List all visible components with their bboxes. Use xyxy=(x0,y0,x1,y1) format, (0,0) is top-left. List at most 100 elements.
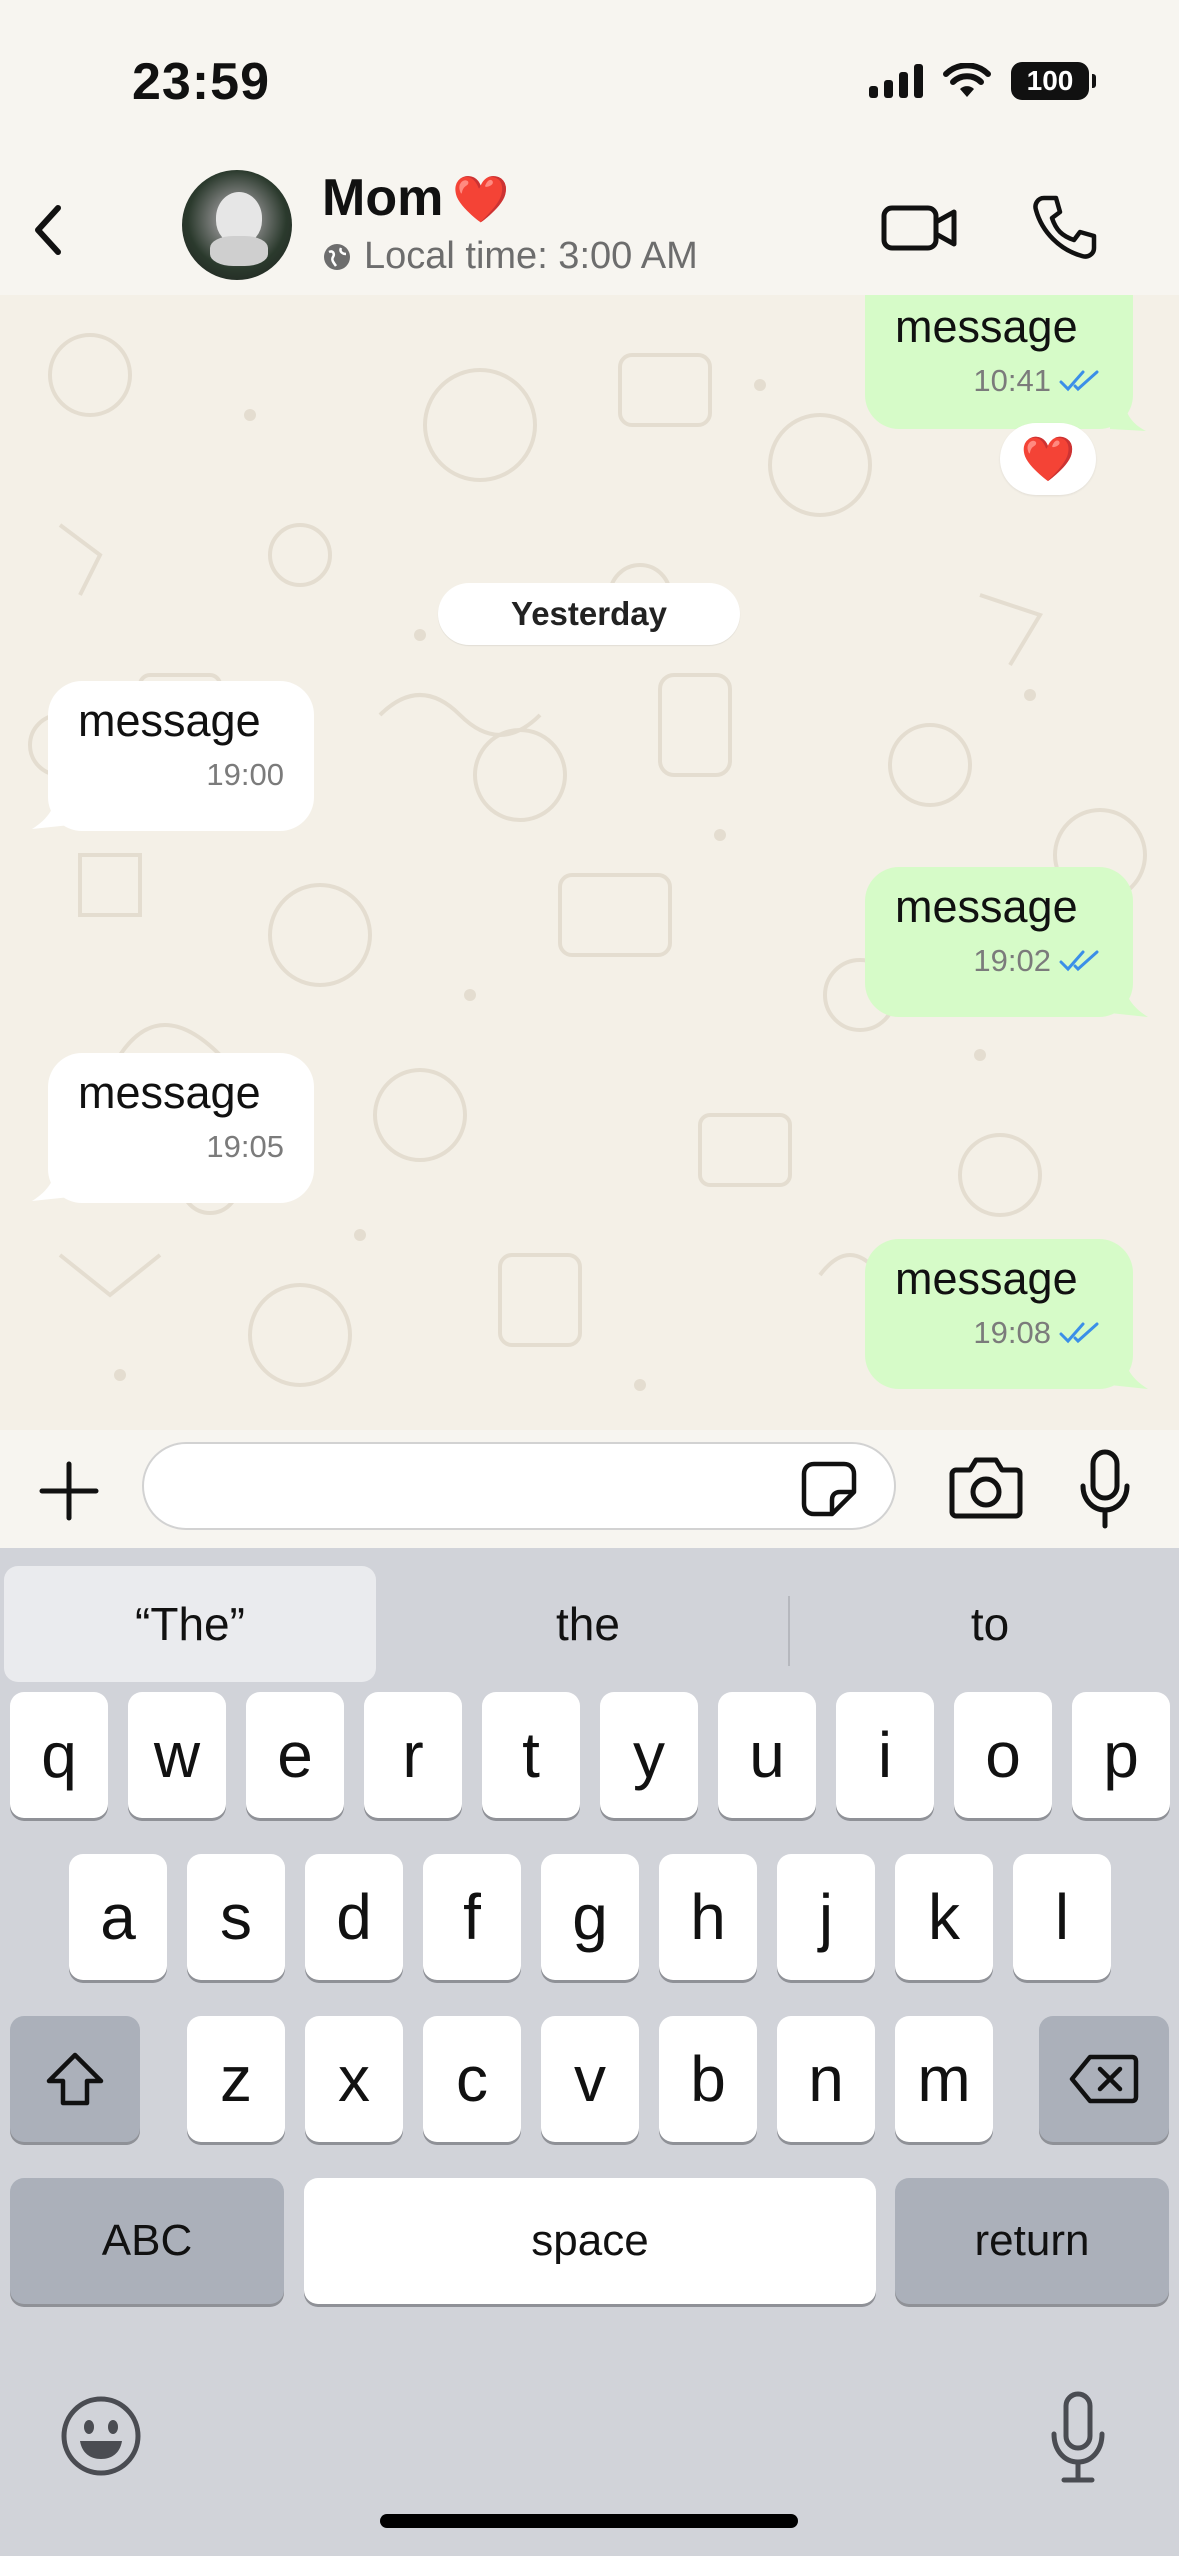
status-icons: 100 xyxy=(869,62,1096,100)
video-camera-icon xyxy=(881,205,957,251)
microphone-icon xyxy=(1051,2391,1105,2483)
keyboard: “The” the to q w e r t y u i o p a s d f… xyxy=(0,1548,1179,2556)
key-r[interactable]: r xyxy=(364,1692,462,1818)
message-text: message xyxy=(78,1067,261,1118)
key-v[interactable]: v xyxy=(541,2016,639,2142)
camera-icon xyxy=(949,1457,1023,1519)
wifi-icon xyxy=(943,63,991,97)
key-n[interactable]: n xyxy=(777,2016,875,2142)
suggestion-item[interactable]: the xyxy=(392,1566,784,1682)
home-indicator[interactable] xyxy=(380,2514,798,2528)
contact-name[interactable]: Mom xyxy=(322,168,443,228)
key-e[interactable]: e xyxy=(246,1692,344,1818)
backspace-icon xyxy=(1069,2054,1139,2104)
globe-icon xyxy=(324,243,350,270)
key-k[interactable]: k xyxy=(895,1854,993,1980)
battery-indicator: 100 xyxy=(1011,62,1096,100)
message-time: 10:41 xyxy=(973,363,1051,398)
message-meta: 19:00 xyxy=(78,757,284,793)
bubble-tail-outgoing xyxy=(1110,1351,1148,1389)
shift-arrow-icon xyxy=(46,2052,104,2106)
key-y[interactable]: y xyxy=(600,1692,698,1818)
message-meta: 19:02 xyxy=(895,943,1103,979)
key-x[interactable]: x xyxy=(305,2016,403,2142)
key-c[interactable]: c xyxy=(423,2016,521,2142)
read-receipt-double-check-icon xyxy=(1059,370,1099,392)
key-m[interactable]: m xyxy=(895,2016,993,2142)
key-l[interactable]: l xyxy=(1013,1854,1111,1980)
chat-area[interactable]: message 10:41 ❤️ Yesterday message 19:00… xyxy=(0,295,1179,1430)
camera-button[interactable] xyxy=(948,1454,1024,1520)
plus-icon xyxy=(39,1461,99,1521)
message-meta: 19:05 xyxy=(78,1129,284,1165)
message-bubble-incoming[interactable]: message 19:00 xyxy=(48,681,314,831)
message-bubble-incoming[interactable]: message 19:05 xyxy=(48,1053,314,1203)
avatar[interactable] xyxy=(182,170,292,280)
key-s[interactable]: s xyxy=(187,1854,285,1980)
key-a[interactable]: a xyxy=(69,1854,167,1980)
sticker-button[interactable] xyxy=(800,1460,858,1518)
read-receipt-double-check-icon xyxy=(1059,950,1099,972)
back-button[interactable] xyxy=(18,190,88,270)
emoji-keyboard-button[interactable] xyxy=(58,2393,144,2479)
space-key[interactable]: space xyxy=(304,2178,876,2304)
contact-heart-emoji: ❤️ xyxy=(452,173,510,225)
key-u[interactable]: u xyxy=(718,1692,816,1818)
message-time: 19:00 xyxy=(206,757,284,792)
message-meta: 10:41 xyxy=(895,363,1103,399)
abc-key[interactable]: ABC xyxy=(10,2178,284,2304)
voice-message-button[interactable] xyxy=(1075,1448,1135,1530)
message-time: 19:05 xyxy=(206,1129,284,1164)
shift-key[interactable] xyxy=(10,2016,140,2142)
message-text: message xyxy=(895,301,1078,352)
message-text: message xyxy=(895,881,1078,932)
key-o[interactable]: o xyxy=(954,1692,1052,1818)
contact-subtitle[interactable]: Local time: 3:00 AM xyxy=(322,235,698,278)
suggestion-item[interactable]: to xyxy=(794,1566,1179,1682)
message-input[interactable] xyxy=(142,1442,896,1530)
status-bar: 23:59 100 xyxy=(0,0,1179,170)
emoji-face-icon xyxy=(61,2396,141,2476)
attach-button[interactable] xyxy=(36,1458,102,1524)
key-i[interactable]: i xyxy=(836,1692,934,1818)
status-time: 23:59 xyxy=(132,53,270,111)
avatar-photo-body xyxy=(210,236,268,266)
local-time-text: Local time: 3:00 AM xyxy=(364,235,698,277)
chevron-left-icon xyxy=(35,205,61,255)
key-j[interactable]: j xyxy=(777,1854,875,1980)
key-z[interactable]: z xyxy=(187,2016,285,2142)
key-q[interactable]: q xyxy=(10,1692,108,1818)
bubble-tail-outgoing xyxy=(1110,395,1146,431)
message-time: 19:08 xyxy=(973,1315,1051,1350)
message-bubble-outgoing[interactable]: message 19:08 xyxy=(865,1239,1133,1389)
key-w[interactable]: w xyxy=(128,1692,226,1818)
message-text: message xyxy=(895,1253,1078,1304)
message-text: message xyxy=(78,695,261,746)
key-t[interactable]: t xyxy=(482,1692,580,1818)
video-call-button[interactable] xyxy=(880,198,960,258)
message-bubble-outgoing[interactable]: message 19:02 xyxy=(865,867,1133,1017)
message-bubble-outgoing[interactable]: message 10:41 xyxy=(865,295,1133,429)
bubble-tail-incoming xyxy=(32,1163,70,1201)
phone-icon xyxy=(1033,195,1097,259)
cellular-signal-icon xyxy=(869,64,923,98)
message-reaction[interactable]: ❤️ xyxy=(1000,423,1096,495)
key-f[interactable]: f xyxy=(423,1854,521,1980)
key-d[interactable]: d xyxy=(305,1854,403,1980)
voice-call-button[interactable] xyxy=(1030,192,1100,262)
read-receipt-double-check-icon xyxy=(1059,1322,1099,1344)
dictation-button[interactable] xyxy=(1046,2388,1110,2488)
date-separator: Yesterday xyxy=(438,583,740,645)
sticker-icon xyxy=(801,1461,857,1517)
suggestion-item[interactable]: “The” xyxy=(4,1566,376,1682)
key-g[interactable]: g xyxy=(541,1854,639,1980)
key-h[interactable]: h xyxy=(659,1854,757,1980)
key-p[interactable]: p xyxy=(1072,1692,1170,1818)
message-time: 19:02 xyxy=(973,943,1051,978)
return-key[interactable]: return xyxy=(895,2178,1169,2304)
delete-key[interactable] xyxy=(1039,2016,1169,2142)
message-meta: 19:08 xyxy=(895,1315,1103,1351)
key-b[interactable]: b xyxy=(659,2016,757,2142)
microphone-icon xyxy=(1080,1449,1130,1529)
message-input-bar xyxy=(0,1430,1179,1548)
